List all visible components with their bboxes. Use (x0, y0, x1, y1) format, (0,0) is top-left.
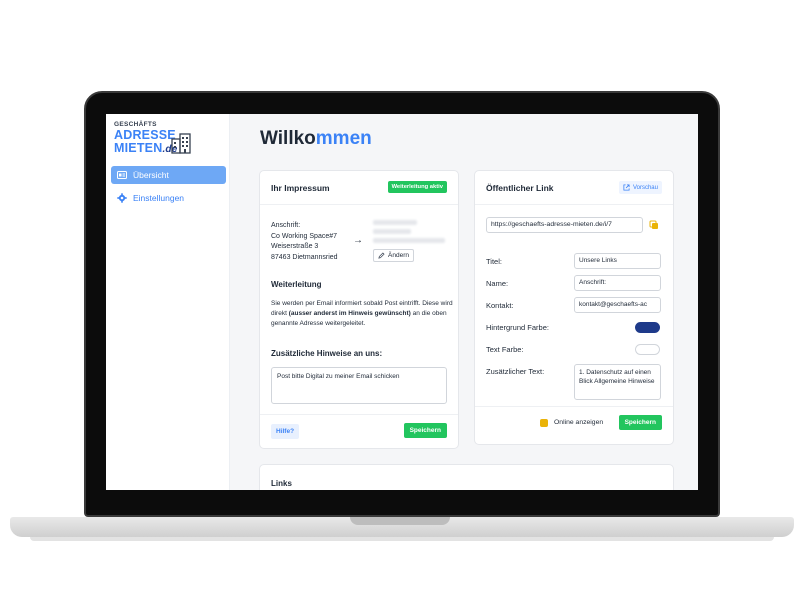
address-line: 87463 Dietmannsried (271, 253, 338, 261)
kontakt-input[interactable]: kontakt@geschaefts-ac (574, 297, 661, 313)
change-button-label: Ändern (388, 252, 409, 259)
links-title: Links (271, 479, 292, 488)
preview-button-label: Vorschau (632, 184, 658, 191)
notes-heading: Zusätzliche Hinweise an uns: (271, 349, 383, 358)
laptop-shadow (30, 537, 774, 541)
notes-textarea[interactable]: Post bitte Digital zu meiner Email schic… (271, 367, 447, 404)
arrow-right-icon: → (353, 235, 363, 246)
impressum-title: Ihr Impressum (271, 183, 330, 193)
public-link-title: Öffentlicher Link (486, 183, 554, 193)
address-label: Anschrift: (271, 222, 301, 229)
sidebar-item-uebersicht[interactable]: Übersicht (111, 166, 226, 184)
name-input[interactable]: Anschrift: (574, 275, 661, 291)
public-url-input[interactable]: https://geschaefts-adresse-mieten.de/i/7 (486, 217, 643, 233)
titel-input[interactable]: Unsere Links (574, 253, 661, 269)
name-label: Name: (486, 279, 509, 288)
dashboard-icon (117, 171, 127, 179)
public-link-card-footer: Online anzeigen Speichern (475, 406, 673, 444)
background-color-label: Hintergrund Farbe: (486, 323, 549, 332)
logo-small-text: GESCHÄFTS (114, 121, 157, 128)
address-line: Weiserstraße 3 (271, 243, 319, 250)
gear-icon (117, 193, 127, 203)
impressum-card-footer: Hilfe? Speichern (260, 414, 458, 448)
forwarding-heading: Weiterleitung (271, 280, 322, 289)
extra-text-textarea[interactable]: 1. Datenschutz auf einen Blick Allgemein… (574, 364, 661, 400)
external-link-icon (623, 184, 630, 191)
sidebar-item-einstellungen[interactable]: Einstellungen (111, 189, 226, 207)
text-color-label: Text Farbe: (486, 345, 524, 354)
public-link-card: Öffentlicher Link Vorschau https://gesch… (474, 170, 674, 445)
impressum-card-header: Ihr Impressum Weiterleitung aktiv (260, 171, 458, 205)
help-button[interactable]: Hilfe? (271, 424, 300, 439)
sidebar-item-label: Einstellungen (133, 193, 185, 203)
change-address-button[interactable]: Ändern (373, 249, 414, 262)
sidebar-item-label: Übersicht (133, 170, 169, 180)
blurred-address-line (373, 238, 445, 243)
forwarding-text: Sie werden per Email informiert sobald P… (271, 300, 453, 327)
text-color-swatch[interactable] (635, 344, 660, 355)
page-title: Willkommen (260, 128, 372, 149)
online-label: Online anzeigen (554, 419, 604, 426)
impressum-card: Ihr Impressum Weiterleitung aktiv Anschr… (259, 170, 459, 449)
titel-label: Titel: (486, 257, 502, 266)
app-screen: GESCHÄFTS ADRESSE MIETEN.de Übersicht Ei… (106, 114, 698, 490)
copy-icon[interactable] (649, 220, 659, 230)
preview-button[interactable]: Vorschau (618, 181, 662, 194)
laptop-notch (350, 517, 450, 525)
address-block: Anschrift: Co Working Space#7 Weiserstra… (271, 221, 338, 263)
pencil-icon (378, 252, 385, 259)
sidebar: GESCHÄFTS ADRESSE MIETEN.de Übersicht Ei… (106, 114, 230, 490)
blurred-address-line (373, 229, 411, 234)
kontakt-label: Kontakt: (486, 301, 514, 310)
blurred-address-line (373, 220, 417, 225)
save-impressum-button[interactable]: Speichern (403, 423, 447, 438)
online-checkbox[interactable] (540, 419, 548, 427)
address-line: Co Working Space#7 (271, 232, 338, 240)
background-color-swatch[interactable] (635, 322, 660, 333)
logo-line1: ADRESSE (114, 128, 176, 142)
logo-line2: MIETEN.de (114, 141, 178, 155)
status-badge: Weiterleitung aktiv (387, 181, 447, 193)
logo[interactable]: GESCHÄFTS ADRESSE MIETEN.de (114, 121, 224, 161)
building-icon (171, 133, 191, 154)
links-card: Links (259, 464, 674, 490)
extra-text-label: Zusätzlicher Text: (486, 367, 545, 376)
save-public-link-button[interactable]: Speichern (618, 415, 662, 430)
public-link-card-header: Öffentlicher Link Vorschau (475, 171, 673, 205)
